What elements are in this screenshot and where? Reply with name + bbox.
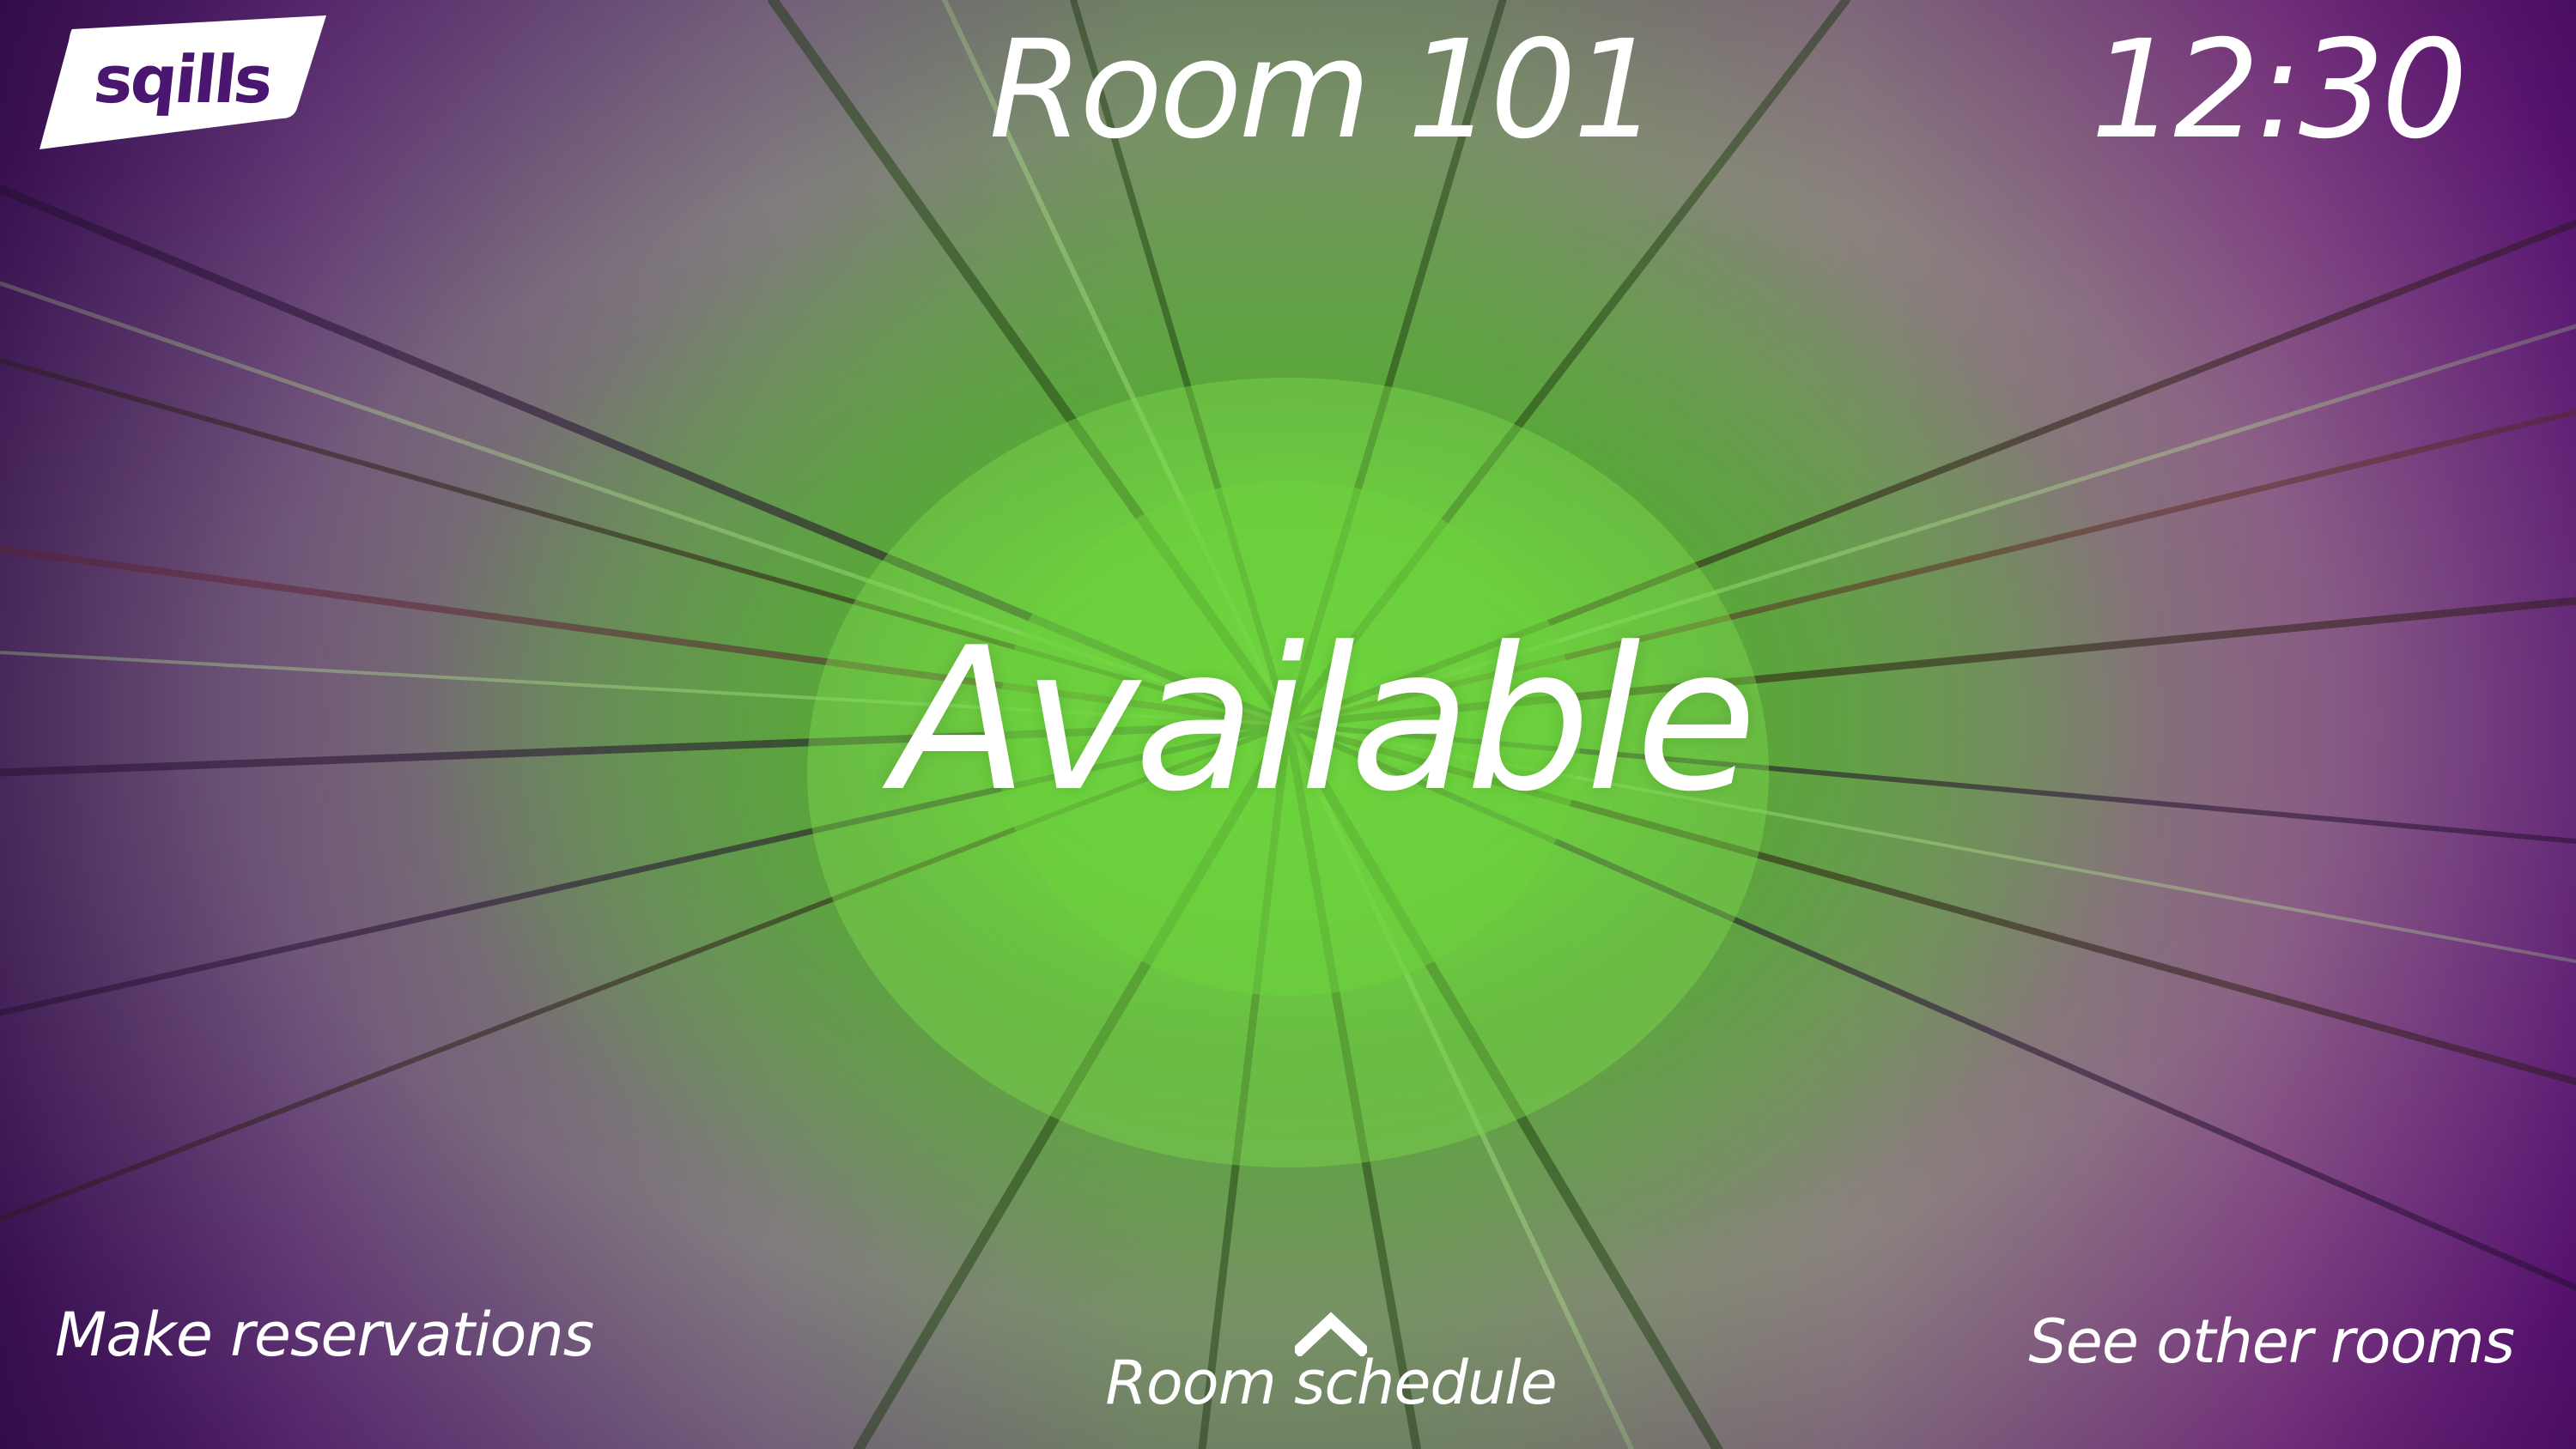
room-name: Room 101 (988, 11, 1660, 169)
availability-status: Available (892, 606, 1758, 835)
logo-text: sqills (90, 41, 275, 118)
see-other-rooms-button[interactable]: See other rooms (2028, 1303, 2515, 1380)
room-display-screen: sqills Room 101 12:30 Available Make res… (0, 0, 2576, 1449)
clock: 12:30 (2090, 11, 2468, 169)
sqills-logo: sqills (39, 15, 328, 149)
room-schedule-button[interactable]: Room schedule (1073, 1312, 1589, 1422)
make-reservations-button[interactable]: Make reservations (55, 1296, 594, 1373)
room-schedule-label: Room schedule (1105, 1348, 1557, 1418)
